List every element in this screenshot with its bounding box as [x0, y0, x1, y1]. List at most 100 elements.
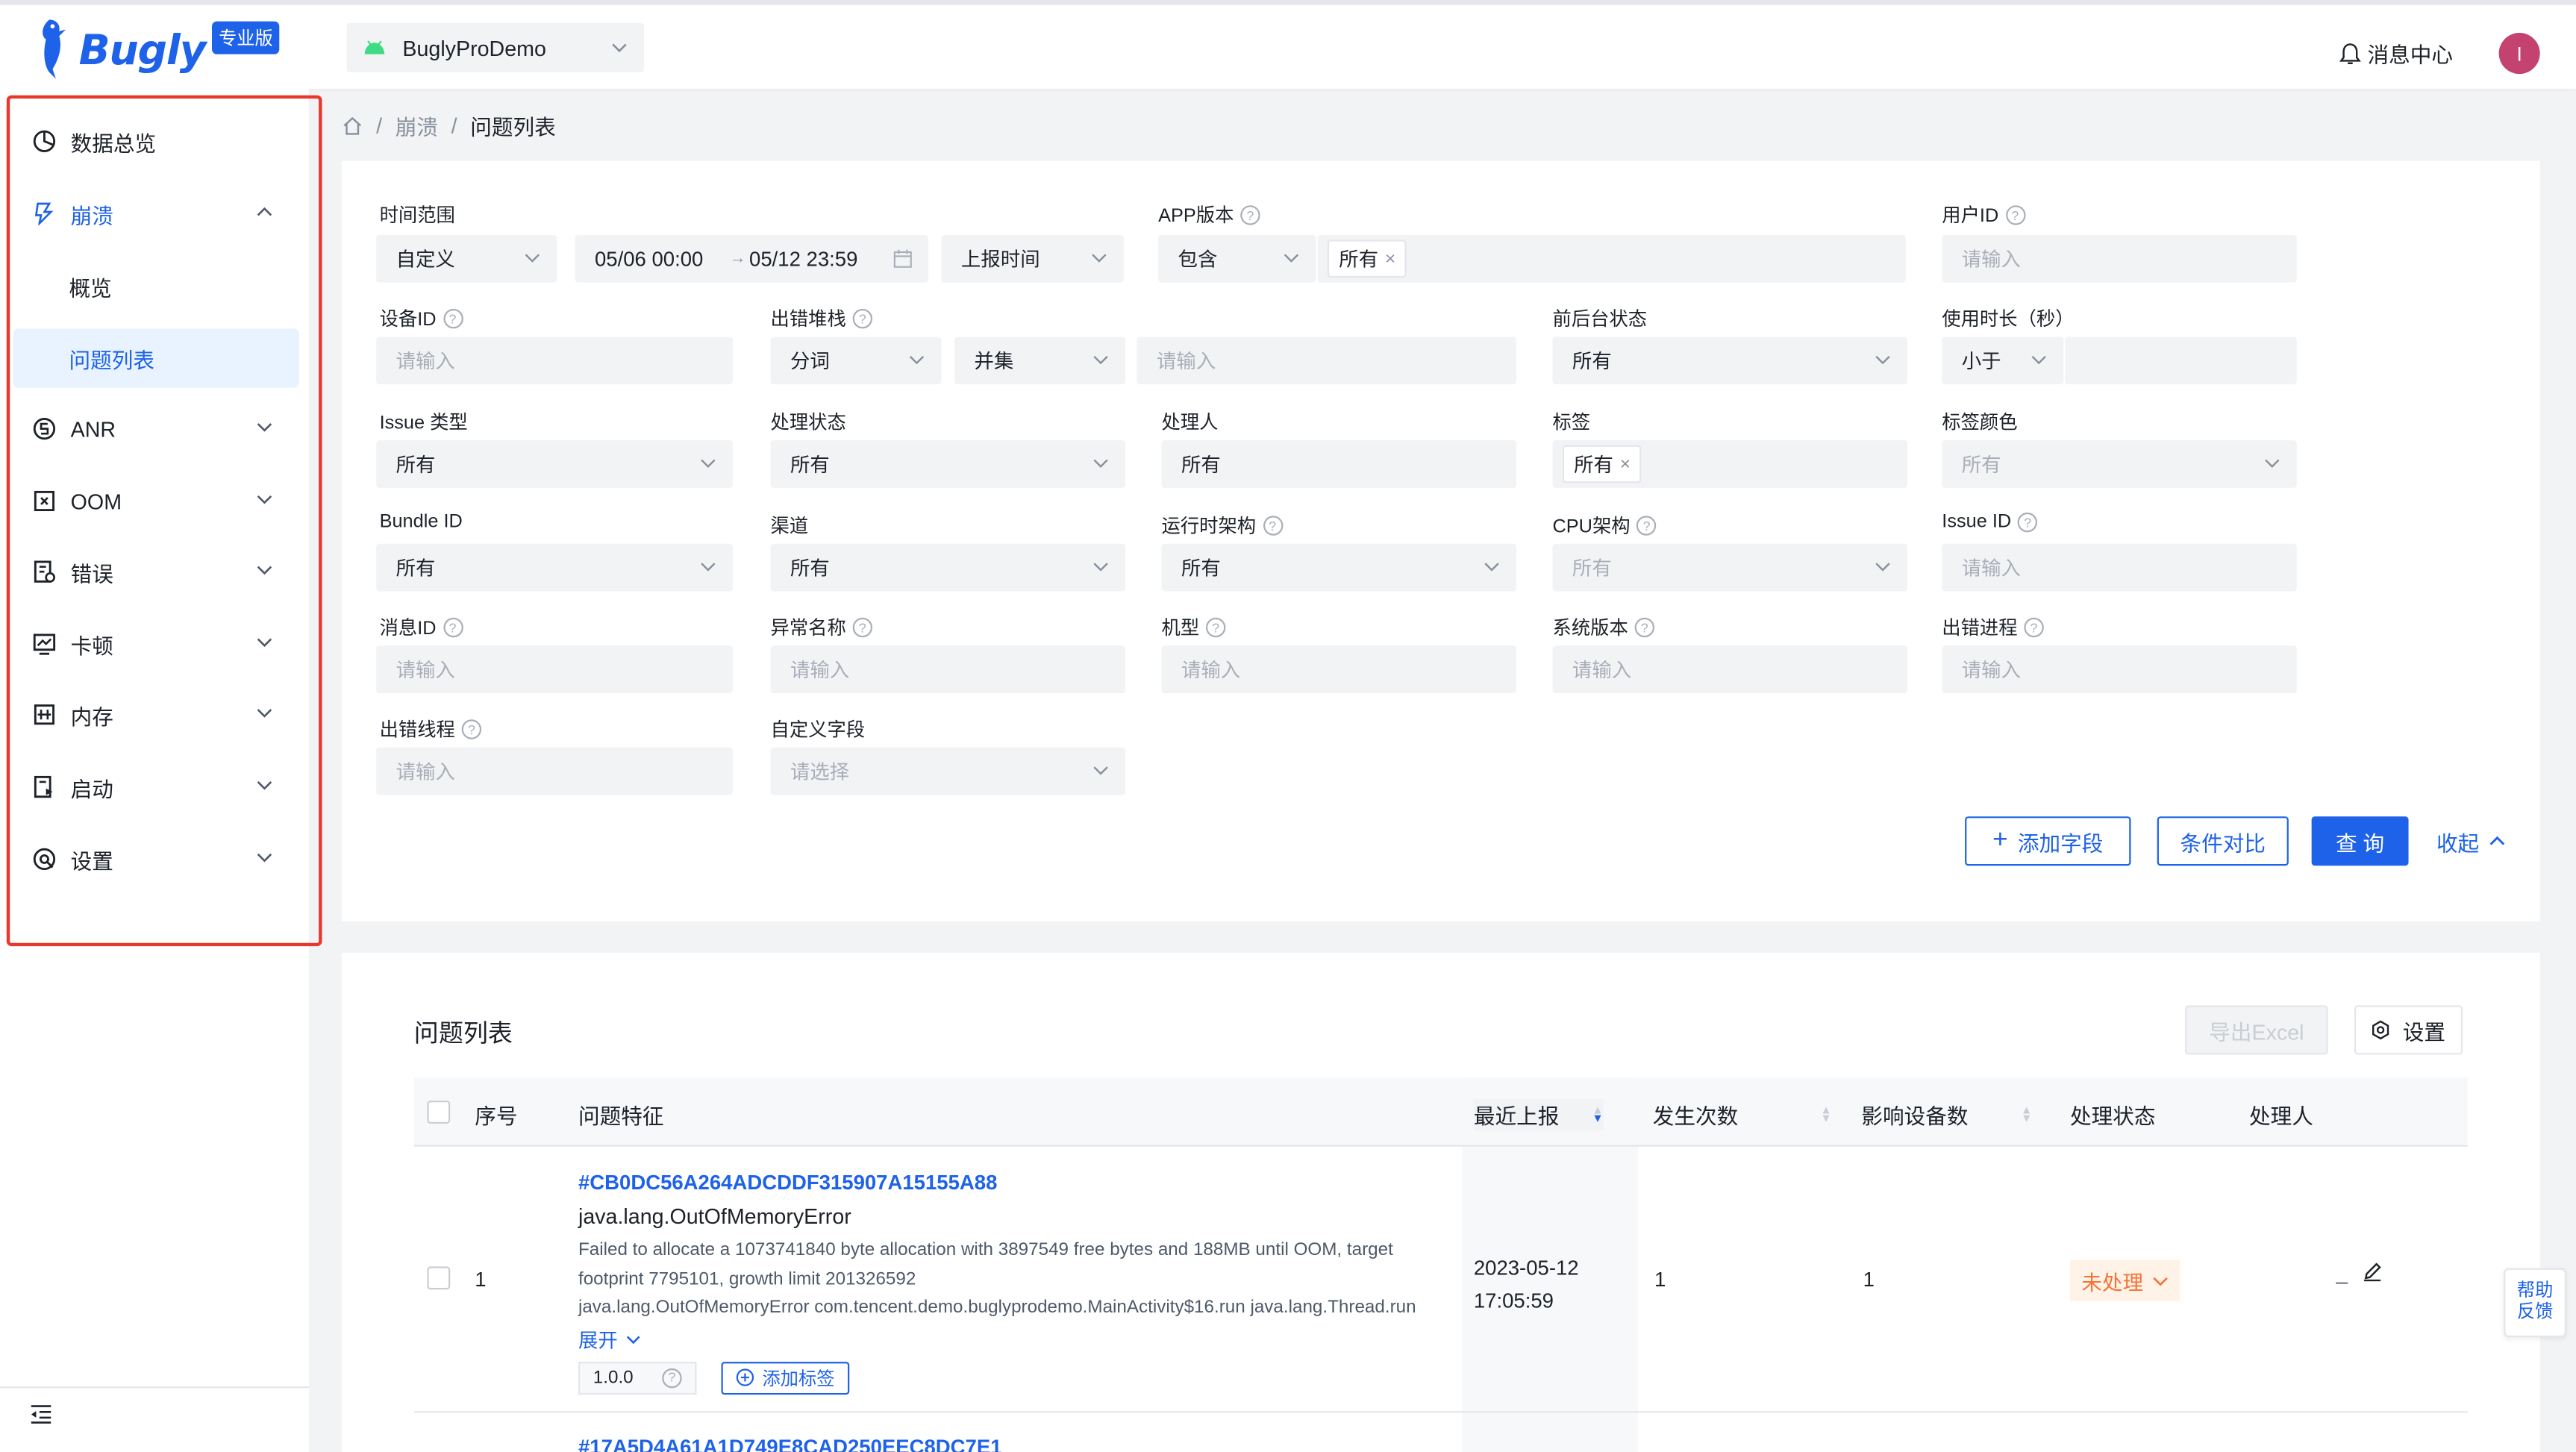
sidebar-item-label: OOM [70, 488, 122, 513]
time-range-mode-select[interactable]: 自定义 [376, 234, 557, 283]
sidebar-item-settings[interactable]: 设置 [13, 830, 299, 889]
issue-type-select[interactable]: 所有 [376, 440, 733, 488]
export-excel-button[interactable]: 导出Excel [2185, 1005, 2328, 1055]
help-icon[interactable]: ? [1636, 516, 1657, 536]
chevron-down-icon [701, 563, 716, 572]
close-icon[interactable]: × [1620, 454, 1631, 474]
message-center-link[interactable]: 消息中心 [2339, 38, 2453, 69]
top-bar: Bugly 专业版 BuglyProDemo 消息中心 I [0, 0, 2576, 89]
help-icon[interactable]: ? [2005, 205, 2025, 225]
sidebar-item-overview[interactable]: 数据总览 [13, 112, 299, 171]
app-selector[interactable]: BuglyProDemo [346, 22, 645, 72]
collapse-button[interactable]: 收起 [2431, 816, 2510, 866]
stack-mode-select[interactable]: 分词 [770, 337, 942, 385]
home-icon[interactable] [342, 115, 363, 137]
add-field-button[interactable]: + 添加字段 [1965, 816, 2131, 866]
query-button[interactable]: 查 询 [2311, 816, 2409, 866]
sidebar-item-error[interactable]: 错误 [13, 542, 299, 601]
process-state-select[interactable]: 所有 [770, 440, 1126, 488]
add-tag-button[interactable]: 添加标签 [721, 1361, 850, 1395]
help-icon[interactable]: ? [461, 719, 482, 739]
cpu-arch-select[interactable]: 所有 [1552, 543, 1908, 592]
edit-icon[interactable] [2363, 1262, 2383, 1282]
bundle-id-select[interactable]: 所有 [376, 543, 733, 592]
help-icon[interactable]: ? [443, 308, 463, 329]
process-input[interactable]: 请输入 [1942, 645, 2297, 694]
time-type-select[interactable]: 上报时间 [941, 234, 1124, 283]
sidebar-item-label: 崩溃 [70, 202, 113, 228]
process-state-label: 处理状态 [770, 413, 846, 434]
column-header-count[interactable]: 发生次数 ▲ ▼ [1653, 1099, 1832, 1130]
help-icon[interactable]: ? [2024, 617, 2044, 638]
help-icon[interactable]: ? [1634, 617, 1655, 638]
help-icon[interactable]: ? [852, 617, 873, 638]
issue-id-input[interactable]: 请输入 [1942, 543, 2297, 592]
runtime-arch-select[interactable]: 所有 [1161, 543, 1517, 592]
model-input[interactable]: 请输入 [1161, 645, 1517, 694]
issue-id-link[interactable]: #17A5D4A61A1D749E8CAD250EEC8DC7E1 [578, 1436, 1002, 1452]
column-header-status: 处理状态 [2070, 1104, 2156, 1129]
chevron-down-icon [257, 566, 272, 575]
sidebar-item-anr[interactable]: ANR [13, 399, 299, 458]
app-version-op-select[interactable]: 包含 [1158, 234, 1316, 283]
sidebar-subitem-issue-list[interactable]: 问题列表 [13, 328, 299, 388]
os-version-input[interactable]: 请输入 [1552, 645, 1908, 694]
stack-join-select[interactable]: 并集 [954, 337, 1126, 385]
help-icon[interactable]: ? [1240, 205, 1260, 225]
help-icon[interactable]: ? [443, 617, 463, 638]
help-icon[interactable]: ? [852, 308, 873, 329]
breadcrumb-parent[interactable]: 崩溃 [396, 110, 438, 142]
table-row: 1 #CB0DC56A264ADCDDF315907A15155A88 java… [413, 1147, 2468, 1413]
close-icon[interactable]: × [1385, 249, 1395, 269]
menu-fold-icon[interactable] [30, 1404, 53, 1424]
user-avatar[interactable]: I [2498, 33, 2540, 75]
message-id-input[interactable]: 请输入 [376, 645, 733, 694]
list-settings-button[interactable]: 设置 [2354, 1005, 2463, 1055]
row-checkbox[interactable] [427, 1266, 451, 1290]
sidebar-item-memory[interactable]: 内存 [13, 685, 299, 744]
thread-input[interactable]: 请输入 [376, 747, 733, 795]
duration-input[interactable] [2065, 337, 2297, 385]
sidebar-item-label: 数据总览 [70, 131, 157, 156]
sidebar-subitem-summary[interactable]: 概览 [13, 256, 299, 315]
sidebar-item-oom[interactable]: OOM [13, 472, 299, 531]
sidebar-item-launch[interactable]: 启动 [13, 757, 299, 816]
stack-input[interactable]: 请输入 [1137, 337, 1517, 385]
issue-id-link[interactable]: #CB0DC56A264ADCDDF315907A15155A88 [578, 1171, 1433, 1195]
user-id-input[interactable]: 请输入 [1942, 234, 2297, 283]
column-header-last-report[interactable]: 最近上报 ▲ ▼ [1473, 1098, 1604, 1130]
help-feedback-button[interactable]: 帮助 反馈 [2504, 1268, 2566, 1338]
edition-badge: 专业版 [212, 21, 280, 54]
expand-link[interactable]: 展开 [578, 1325, 1433, 1353]
duration-label: 使用时长（秒） [1942, 310, 2075, 331]
help-icon[interactable]: ? [2017, 512, 2038, 533]
chevron-down-icon [1484, 563, 1499, 572]
status-badge[interactable]: 未处理 [2070, 1259, 2180, 1301]
chevron-down-icon [701, 459, 716, 468]
app-version-select[interactable]: 所有 × [1317, 234, 1906, 283]
exception-message-text: Failed to allocate a 1073741840 byte all… [578, 1240, 1393, 1289]
channel-select[interactable]: 所有 [770, 543, 1126, 592]
tag-select[interactable]: 所有 × [1552, 440, 1908, 488]
help-icon[interactable]: ? [662, 1367, 682, 1388]
compare-button[interactable]: 条件对比 [2157, 816, 2289, 866]
handler-select[interactable]: 所有 [1161, 440, 1517, 488]
custom-field-select[interactable]: 请选择 [770, 747, 1126, 795]
process-state-value: 所有 [790, 453, 830, 477]
date-start: 05/06 00:00 [594, 247, 704, 271]
select-all-checkbox[interactable] [427, 1101, 451, 1124]
exception-name-input[interactable]: 请输入 [770, 645, 1126, 694]
tag-color-select[interactable]: 所有 [1942, 440, 2297, 488]
help-icon[interactable]: ? [1262, 516, 1283, 536]
column-header-devices[interactable]: 影响设备数 ▲ ▼ [1861, 1099, 2032, 1130]
device-id-input[interactable]: 请输入 [376, 337, 733, 385]
chevron-down-icon [611, 35, 628, 60]
date-range-picker[interactable]: 05/06 00:00 → 05/12 23:59 [575, 234, 928, 283]
help-icon[interactable]: ? [1205, 617, 1226, 638]
sidebar-item-crash[interactable]: 崩溃 [13, 184, 299, 243]
bugly-logo[interactable]: Bugly 专业版 [36, 15, 280, 84]
sidebar-item-lag[interactable]: 卡顿 [13, 614, 299, 673]
fg-state-select[interactable]: 所有 [1552, 337, 1908, 385]
app-version-op-value: 包含 [1178, 248, 1218, 272]
duration-op-select[interactable]: 小于 [1942, 337, 2064, 385]
